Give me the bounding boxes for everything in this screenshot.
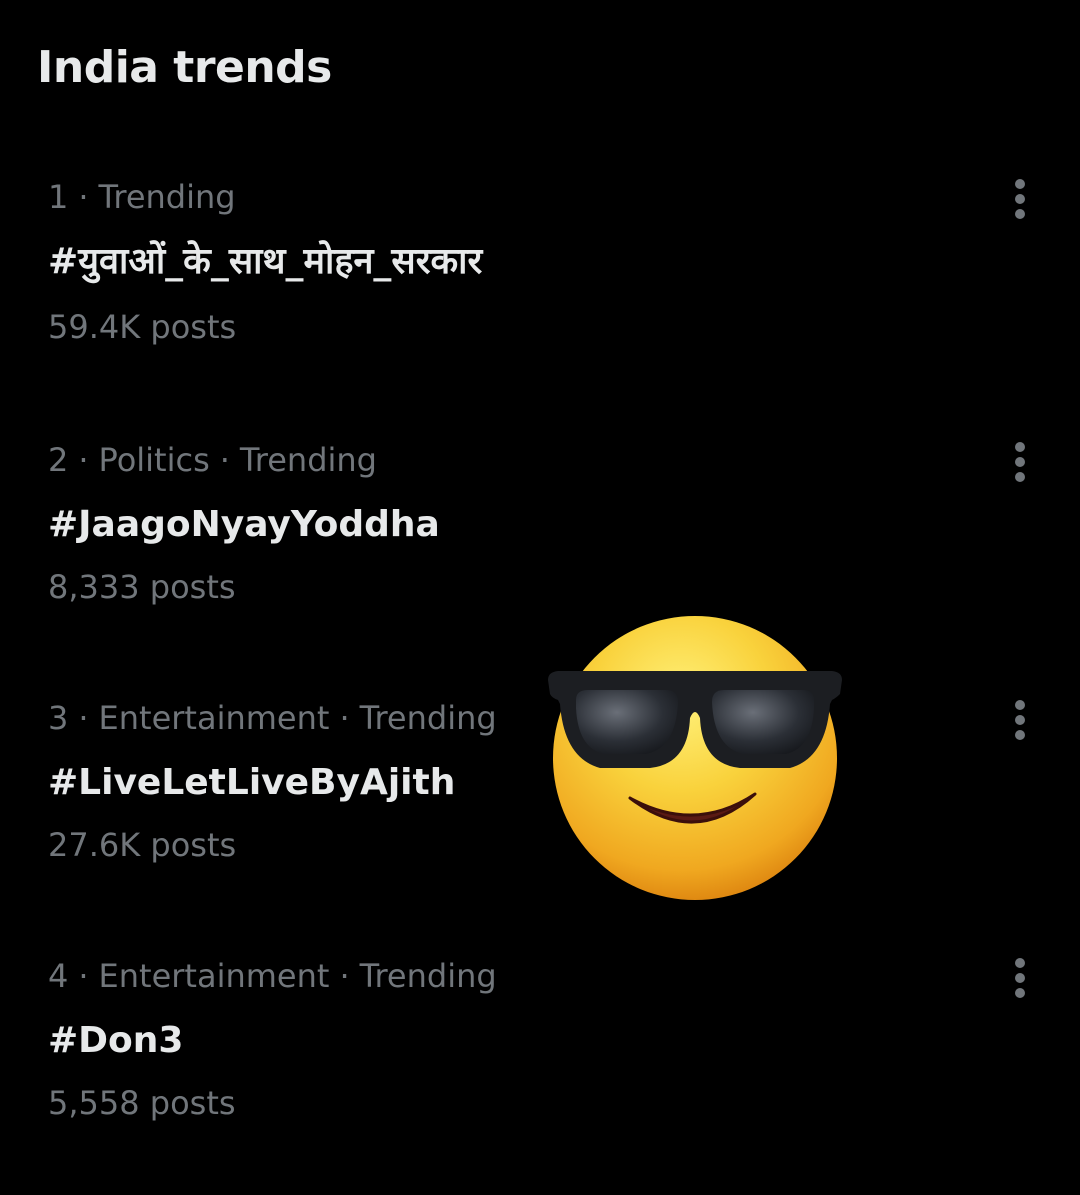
trend-name[interactable]: #JaagoNyayYoddha bbox=[48, 500, 440, 550]
page-title: India trends bbox=[37, 42, 332, 93]
trend-category: Politics bbox=[98, 441, 210, 479]
trend-meta: 1 · Trending bbox=[48, 175, 236, 219]
trend-context: Trending bbox=[359, 699, 497, 737]
meta-separator: · bbox=[78, 178, 89, 216]
trend-item[interactable]: 4 · Entertainment · Trending #Don3 5,558 pos… bbox=[0, 954, 1080, 1174]
more-dot bbox=[1015, 209, 1025, 219]
trend-item[interactable]: 1 · Trending #युवाओं_के_साथ_मोहन_सरकार 59.… bbox=[0, 175, 1080, 395]
trend-context: Trending bbox=[98, 178, 236, 216]
more-options-icon[interactable] bbox=[1000, 175, 1040, 223]
more-dot bbox=[1015, 715, 1025, 725]
trend-meta: 4 · Entertainment · Trending bbox=[48, 954, 497, 998]
trend-category: Entertainment bbox=[98, 957, 330, 995]
more-options-icon[interactable] bbox=[1000, 696, 1040, 744]
trend-rank: 4 bbox=[48, 957, 69, 995]
trend-rank: 1 bbox=[48, 178, 69, 216]
more-dot bbox=[1015, 988, 1025, 998]
more-dot bbox=[1015, 194, 1025, 204]
meta-separator: · bbox=[219, 441, 230, 479]
sunglasses-left-lens bbox=[576, 690, 678, 754]
sunglasses-right-lens bbox=[712, 690, 814, 754]
trend-name[interactable]: #युवाओं_के_साथ_मोहन_सरकार bbox=[48, 237, 482, 287]
trend-rank: 3 bbox=[48, 699, 69, 737]
more-dot bbox=[1015, 442, 1025, 452]
meta-separator: · bbox=[339, 699, 350, 737]
trend-meta: 2 · Politics · Trending bbox=[48, 438, 377, 482]
trend-name[interactable]: #LiveLetLiveByAjith bbox=[48, 758, 455, 808]
meta-separator: · bbox=[339, 957, 350, 995]
meta-separator: · bbox=[78, 957, 89, 995]
trend-context: Trending bbox=[359, 957, 497, 995]
meta-separator: · bbox=[78, 441, 89, 479]
trend-rank: 2 bbox=[48, 441, 69, 479]
trend-post-count: 27.6K posts bbox=[48, 826, 237, 864]
trend-name[interactable]: #Don3 bbox=[48, 1016, 183, 1066]
trend-meta: 3 · Entertainment · Trending bbox=[48, 696, 497, 740]
more-dot bbox=[1015, 472, 1025, 482]
more-dot bbox=[1015, 958, 1025, 968]
more-dot bbox=[1015, 730, 1025, 740]
more-dot bbox=[1015, 179, 1025, 189]
more-options-icon[interactable] bbox=[1000, 438, 1040, 486]
trend-post-count: 5,558 posts bbox=[48, 1084, 236, 1122]
trend-context: Trending bbox=[239, 441, 377, 479]
more-options-icon[interactable] bbox=[1000, 954, 1040, 1002]
more-dot bbox=[1015, 457, 1025, 467]
trend-category: Entertainment bbox=[98, 699, 330, 737]
smiling-face-with-sunglasses-emoji-icon bbox=[548, 616, 842, 900]
meta-separator: · bbox=[78, 699, 89, 737]
trend-post-count: 8,333 posts bbox=[48, 568, 236, 606]
more-dot bbox=[1015, 973, 1025, 983]
trend-post-count: 59.4K posts bbox=[48, 308, 237, 346]
more-dot bbox=[1015, 700, 1025, 710]
